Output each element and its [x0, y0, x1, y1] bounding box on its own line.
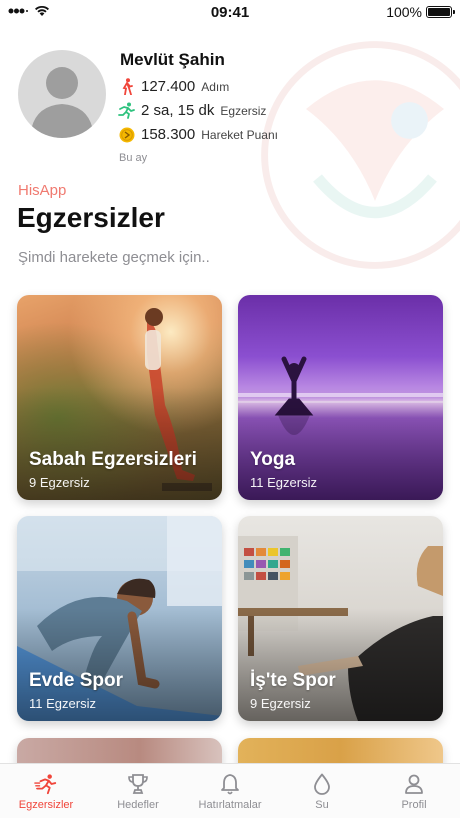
card-title: İş'te Spor	[250, 670, 336, 691]
tab-bar: Egzersizler Hedefler Hatırlatmalar Su Pr…	[0, 763, 460, 818]
tab-label: Egzersizler	[18, 799, 74, 811]
tab-profile[interactable]: Profil	[368, 764, 460, 818]
stat-points: 158.300 Hareket Puanı	[118, 126, 278, 143]
category-card-home-workout[interactable]: Evde Spor 11 Egzersiz	[17, 516, 222, 721]
battery-icon	[426, 6, 455, 18]
stat-steps: 127.400 Adım	[118, 78, 229, 95]
app-name-label: HisApp	[18, 182, 67, 199]
steps-unit: Adım	[201, 80, 230, 94]
exercise-value: 2 sa, 15 dk	[141, 102, 215, 119]
points-value: 158.300	[141, 126, 196, 143]
running-icon	[34, 772, 58, 796]
trophy-icon	[126, 772, 150, 796]
page-subtitle: Şimdi harekete geçmek için..	[18, 249, 210, 266]
page-title: Egzersizler	[17, 202, 165, 233]
avatar[interactable]	[18, 50, 106, 138]
category-card-yoga[interactable]: Yoga 11 Egzersiz	[238, 295, 443, 500]
tab-label: Hedefler	[117, 799, 159, 811]
tab-reminders[interactable]: Hatırlatmalar	[184, 764, 276, 818]
tab-goals[interactable]: Hedefler	[92, 764, 184, 818]
coin-icon	[118, 126, 135, 143]
card-title: Yoga	[250, 449, 296, 470]
card-title: Sabah Egzersizleri	[29, 449, 197, 470]
tab-water[interactable]: Su	[276, 764, 368, 818]
avatar-placeholder-icon	[30, 67, 94, 138]
tab-label: Hatırlatmalar	[198, 799, 262, 811]
card-count: 11 Egzersiz	[250, 475, 317, 490]
walking-icon	[118, 78, 135, 95]
water-drop-icon	[310, 772, 334, 796]
running-icon	[118, 102, 135, 119]
watermark-logo	[261, 41, 460, 269]
points-unit: Hareket Puanı	[201, 128, 278, 142]
battery-percent: 100%	[386, 4, 422, 20]
tab-label: Profil	[401, 799, 427, 811]
category-card-morning[interactable]: Sabah Egzersizleri 9 Egzersiz	[17, 295, 222, 500]
card-count: 9 Egzersiz	[250, 696, 311, 711]
bell-icon	[218, 772, 242, 796]
status-bar-right: 100%	[386, 4, 455, 20]
profile-name: Mevlüt Şahin	[120, 50, 225, 69]
stat-exercise: 2 sa, 15 dk Egzersiz	[118, 102, 266, 119]
card-count: 9 Egzersiz	[29, 475, 90, 490]
tab-exercises[interactable]: Egzersizler	[0, 764, 92, 818]
card-count: 11 Egzersiz	[29, 696, 96, 711]
tab-label: Su	[315, 799, 329, 811]
steps-value: 127.400	[141, 78, 196, 95]
card-title: Evde Spor	[29, 670, 123, 691]
exercise-unit: Egzersiz	[220, 104, 267, 118]
status-bar: 09:41 100%	[0, 0, 460, 26]
person-icon	[402, 772, 426, 796]
battery-fill	[428, 8, 450, 16]
stats-period: Bu ay	[119, 152, 148, 164]
category-card-office-workout[interactable]: İş'te Spor 9 Egzersiz	[238, 516, 443, 721]
